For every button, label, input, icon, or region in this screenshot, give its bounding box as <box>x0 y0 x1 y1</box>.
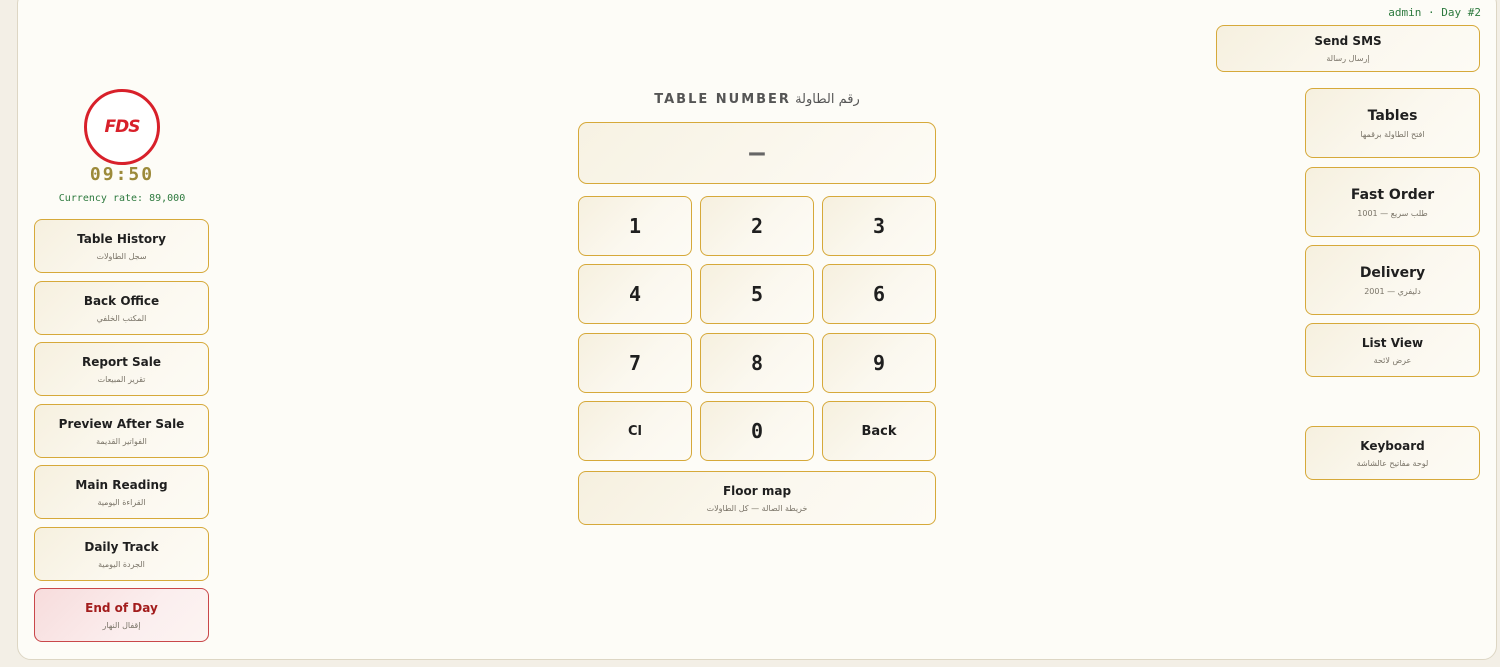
keyboard-button[interactable]: Keyboard لوحة مفاتيح عالشاشة <box>1305 426 1480 480</box>
table-number-value: — <box>749 138 765 168</box>
preview-after-sale-button[interactable]: Preview After Sale الفواتير القديمة <box>34 404 209 458</box>
key-label: 8 <box>750 351 764 375</box>
table-number-display: — <box>578 122 936 184</box>
button-subtitle: إقفال النهار <box>102 620 141 630</box>
key-5[interactable]: 5 <box>700 264 814 324</box>
button-subtitle: القراءة اليومية <box>97 497 146 507</box>
key-label: Back <box>861 423 897 439</box>
button-subtitle: لوحة مفاتيح عالشاشة <box>1356 458 1429 468</box>
report-sale-button[interactable]: Report Sale تقرير المبيعات <box>34 342 209 396</box>
end-of-day-button[interactable]: End of Day إقفال النهار <box>34 588 209 642</box>
button-title: Preview After Sale <box>58 416 185 431</box>
fast-order-button[interactable]: Fast Order طلب سريع — 1001 <box>1305 167 1480 237</box>
key-label: Cl <box>628 423 642 439</box>
button-title: Tables <box>1367 107 1418 124</box>
logo-text: FDS <box>104 117 141 137</box>
button-title: Report Sale <box>81 354 162 369</box>
table-number-label-ar: رقم الطاولة <box>795 92 860 107</box>
key-9[interactable]: 9 <box>822 333 936 393</box>
key-label: 7 <box>628 351 642 375</box>
daily-track-button[interactable]: Daily Track الجردة اليومية <box>34 527 209 581</box>
back-key[interactable]: Back <box>822 401 936 461</box>
button-subtitle: طلب سريع — 1001 <box>1357 208 1428 218</box>
key-label: 9 <box>872 351 886 375</box>
button-subtitle: الجردة اليومية <box>98 559 145 569</box>
tables-button[interactable]: Tables افتح الطاولة برقمها <box>1305 88 1480 158</box>
key-8[interactable]: 8 <box>700 333 814 393</box>
button-title: Keyboard <box>1360 438 1425 453</box>
send-sms-button[interactable]: Send SMS إرسال رسالة <box>1216 25 1480 72</box>
button-title: Fast Order <box>1350 186 1435 203</box>
key-4[interactable]: 4 <box>578 264 692 324</box>
key-2[interactable]: 2 <box>700 196 814 256</box>
clock: 09:50 <box>89 164 155 185</box>
currency-rate: Currency rate: 89,000 <box>58 193 186 204</box>
key-7[interactable]: 7 <box>578 333 692 393</box>
brand-logo: FDS <box>84 89 160 165</box>
table-number-label: TABLE NUMBER رقم الطاولة <box>578 92 936 107</box>
floor-map-button[interactable]: Floor map خريطة الصالة — كل الطاولات <box>578 471 936 525</box>
button-title: Send SMS <box>1314 34 1382 48</box>
key-label: 3 <box>872 214 886 238</box>
key-1[interactable]: 1 <box>578 196 692 256</box>
button-subtitle: المكتب الخلفي <box>96 313 147 323</box>
main-reading-button[interactable]: Main Reading القراءة اليومية <box>34 465 209 519</box>
button-title: Floor map <box>722 483 792 498</box>
button-subtitle: إرسال رسالة <box>1326 54 1370 63</box>
key-label: 0 <box>750 419 764 443</box>
button-subtitle: عرض لائحة <box>1373 355 1412 365</box>
key-label: 1 <box>628 214 642 238</box>
key-0[interactable]: 0 <box>700 401 814 461</box>
button-title: List View <box>1361 335 1424 350</box>
button-subtitle: الفواتير القديمة <box>96 436 147 446</box>
key-6[interactable]: 6 <box>822 264 936 324</box>
back-office-button[interactable]: Back Office المكتب الخلفي <box>34 281 209 335</box>
button-subtitle: سجل الطاولات <box>96 251 147 261</box>
key-label: 4 <box>628 282 642 306</box>
button-title: Back Office <box>83 293 160 308</box>
list-view-button[interactable]: List View عرض لائحة <box>1305 323 1480 377</box>
user-day-indicator: admin · Day #2 <box>1388 6 1481 19</box>
button-subtitle: خريطة الصالة — كل الطاولات <box>706 503 808 513</box>
key-label: 6 <box>872 282 886 306</box>
button-title: Table History <box>77 231 166 246</box>
button-subtitle: تقرير المبيعات <box>97 374 146 384</box>
button-subtitle: افتح الطاولة برقمها <box>1360 129 1425 139</box>
button-title: Daily Track <box>84 539 159 554</box>
key-3[interactable]: 3 <box>822 196 936 256</box>
table-number-label-en: TABLE NUMBER <box>654 92 791 107</box>
button-title: End of Day <box>85 600 158 615</box>
button-title: Delivery <box>1359 264 1426 281</box>
button-title: Main Reading <box>75 477 168 492</box>
clear-key[interactable]: Cl <box>578 401 692 461</box>
button-subtitle: دليفري — 2001 <box>1364 286 1421 296</box>
delivery-button[interactable]: Delivery دليفري — 2001 <box>1305 245 1480 315</box>
table-history-button[interactable]: Table History سجل الطاولات <box>34 219 209 273</box>
key-label: 2 <box>750 214 764 238</box>
key-label: 5 <box>750 282 764 306</box>
